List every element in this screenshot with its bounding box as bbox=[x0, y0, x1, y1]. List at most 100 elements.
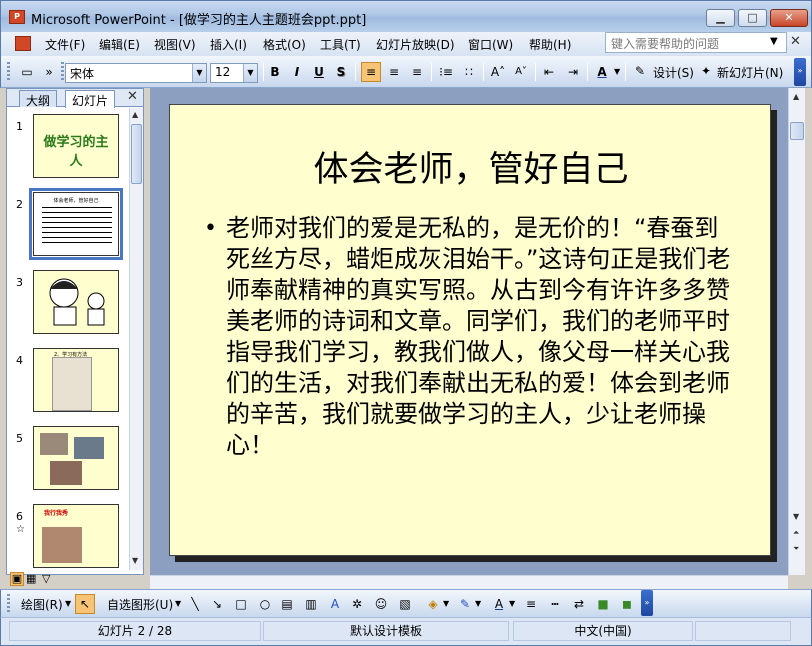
clipart-icon[interactable]: ☺ bbox=[371, 594, 391, 614]
numbered-list-icon[interactable]: ⁝≡ bbox=[436, 62, 456, 82]
toolbar-grip[interactable] bbox=[7, 62, 10, 82]
slides-pane-scrollbar[interactable]: ▲ ▼ bbox=[129, 108, 143, 570]
minimize-button[interactable]: ▁ bbox=[706, 9, 735, 27]
help-dropdown-icon[interactable]: ▼ bbox=[770, 36, 778, 47]
increase-font-icon[interactable]: A˄ bbox=[488, 62, 508, 82]
slideshow-view-icon[interactable]: ▽ bbox=[42, 572, 50, 585]
vertical-textbox-icon[interactable]: ▥ bbox=[301, 594, 321, 614]
next-slide-icon[interactable]: ⏷ bbox=[793, 544, 799, 554]
slide-area-vertical-scrollbar[interactable]: ▲ ▼ ⏶ ⏷ bbox=[788, 88, 805, 575]
oval-icon[interactable]: ○ bbox=[255, 594, 275, 614]
slide-thumbnail-1[interactable]: 做学习的主人 bbox=[33, 114, 119, 178]
toolbar-overflow-icon[interactable]: » bbox=[794, 58, 806, 86]
scroll-up-icon[interactable]: ▲ bbox=[793, 92, 799, 101]
font-color-dropdown-icon[interactable]: ▼ bbox=[509, 599, 515, 608]
toolbar-options-icon[interactable]: » bbox=[39, 62, 59, 82]
scrollbar-thumb[interactable] bbox=[131, 124, 142, 184]
slide-sorter-view-icon[interactable]: ▦ bbox=[26, 572, 36, 585]
shadow-style-icon[interactable]: ■ bbox=[593, 594, 613, 614]
slide-thumbnail-3[interactable] bbox=[33, 270, 119, 334]
menu-insert[interactable]: 插入(I) bbox=[210, 36, 247, 53]
normal-view-icon[interactable]: ▣ bbox=[10, 572, 24, 586]
textbox-icon[interactable]: ▤ bbox=[277, 594, 297, 614]
slide-thumbnail-6[interactable]: 我行我秀 bbox=[33, 504, 119, 568]
previous-slide-icon[interactable]: ⏶ bbox=[793, 528, 799, 538]
dash-style-icon[interactable]: ┅ bbox=[545, 594, 565, 614]
toolbar-grip[interactable] bbox=[7, 594, 10, 614]
new-document-icon[interactable]: ▭ bbox=[17, 62, 37, 82]
toolbar-separator bbox=[535, 63, 536, 81]
bullet-list-icon[interactable]: ∷ bbox=[459, 62, 479, 82]
toolbar-grip-2[interactable] bbox=[61, 62, 64, 82]
current-slide[interactable]: 体会老师，管好自己 • 老师对我们的爱是无私的，是无价的！“春蚕到死丝方尽，蜡炬… bbox=[169, 104, 771, 556]
slide-editing-area[interactable]: 体会老师，管好自己 • 老师对我们的爱是无私的，是无价的！“春蚕到死丝方尽，蜡炬… bbox=[150, 88, 788, 575]
menu-file[interactable]: 文件(F) bbox=[45, 36, 85, 53]
close-button[interactable]: ✕ bbox=[770, 9, 808, 27]
menu-tools[interactable]: 工具(T) bbox=[320, 36, 361, 53]
slide-area-horizontal-scrollbar[interactable] bbox=[150, 575, 788, 589]
menu-slideshow[interactable]: 幻灯片放映(D) bbox=[376, 36, 455, 53]
font-name-combo[interactable]: 宋体 ▼ bbox=[65, 63, 207, 83]
font-name-dropdown-icon[interactable]: ▼ bbox=[192, 64, 206, 82]
help-search-input[interactable]: 键入需要帮助的问题 bbox=[605, 32, 787, 53]
decrease-indent-icon[interactable]: ⇤ bbox=[539, 62, 559, 82]
pane-close-icon[interactable]: ✕ bbox=[127, 89, 138, 104]
align-right-icon[interactable]: ≡ bbox=[407, 62, 427, 82]
new-slide-button[interactable]: 新幻灯片(N) bbox=[717, 64, 783, 81]
slide-thumbnail-5[interactable] bbox=[33, 426, 119, 490]
menu-window[interactable]: 窗口(W) bbox=[468, 36, 513, 53]
wordart-icon[interactable]: A bbox=[325, 594, 345, 614]
drawbar-overflow-icon[interactable]: » bbox=[641, 590, 653, 616]
slide-title[interactable]: 体会老师，管好自己 bbox=[170, 141, 772, 192]
scroll-up-icon[interactable]: ▲ bbox=[132, 110, 138, 119]
menu-help[interactable]: 帮助(H) bbox=[529, 36, 571, 53]
menu-format[interactable]: 格式(O) bbox=[263, 36, 306, 53]
italic-button[interactable]: I bbox=[287, 62, 307, 82]
align-left-icon[interactable]: ≡ bbox=[361, 62, 381, 82]
rectangle-icon[interactable]: □ bbox=[231, 594, 251, 614]
line-color-dropdown-icon[interactable]: ▼ bbox=[475, 599, 481, 608]
slide-thumbnail-2[interactable]: 体会老师，管好自己 bbox=[29, 188, 123, 260]
3d-style-icon[interactable]: ◼ bbox=[617, 594, 637, 614]
select-pointer-icon[interactable]: ↖ bbox=[75, 594, 95, 614]
font-size-dropdown-icon[interactable]: ▼ bbox=[243, 64, 257, 82]
arrow-icon[interactable]: ↘ bbox=[207, 594, 227, 614]
font-color-dropdown-icon[interactable]: ▼ bbox=[614, 67, 620, 76]
document-close-icon[interactable]: ✕ bbox=[790, 34, 801, 49]
menu-edit[interactable]: 编辑(E) bbox=[99, 36, 140, 53]
scroll-down-icon[interactable]: ▼ bbox=[132, 556, 138, 565]
diagram-icon[interactable]: ✲ bbox=[347, 594, 367, 614]
autoshapes-button[interactable]: 自选图形(U) bbox=[107, 596, 173, 613]
scrollbar-thumb[interactable] bbox=[790, 122, 804, 140]
tab-slides[interactable]: 幻灯片 bbox=[65, 90, 116, 108]
bold-button[interactable]: B bbox=[265, 62, 285, 82]
document-icon[interactable] bbox=[15, 36, 31, 51]
shadow-button[interactable]: S bbox=[331, 62, 351, 82]
line-color-icon[interactable]: ✎ bbox=[455, 594, 475, 614]
design-template-status[interactable]: 默认设计模板 bbox=[263, 621, 509, 641]
align-center-icon[interactable]: ≡ bbox=[384, 62, 404, 82]
tab-outline[interactable]: 大纲 bbox=[19, 90, 58, 108]
font-color-icon[interactable]: A bbox=[592, 62, 612, 82]
arrow-style-icon[interactable]: ⇄ bbox=[569, 594, 589, 614]
font-size-combo[interactable]: 12 ▼ bbox=[210, 63, 258, 83]
scroll-down-icon[interactable]: ▼ bbox=[793, 512, 799, 521]
font-color-icon[interactable]: A bbox=[489, 594, 509, 614]
fill-color-icon[interactable]: ◈ bbox=[423, 594, 443, 614]
underline-button[interactable]: U bbox=[309, 62, 329, 82]
maximize-button[interactable]: □ bbox=[738, 9, 767, 27]
autoshapes-dropdown-icon[interactable]: ▼ bbox=[175, 599, 181, 608]
draw-menu-button[interactable]: 绘图(R) bbox=[21, 596, 63, 613]
fill-color-dropdown-icon[interactable]: ▼ bbox=[443, 599, 449, 608]
decrease-font-icon[interactable]: A˅ bbox=[511, 62, 531, 82]
menu-view[interactable]: 视图(V) bbox=[154, 36, 196, 53]
powerpoint-app-icon[interactable]: P bbox=[9, 10, 25, 24]
slide-thumbnail-4[interactable]: 2、学习有方法 bbox=[33, 348, 119, 412]
line-style-icon[interactable]: ≡ bbox=[521, 594, 541, 614]
increase-indent-icon[interactable]: ⇥ bbox=[563, 62, 583, 82]
draw-menu-dropdown-icon[interactable]: ▼ bbox=[65, 599, 71, 608]
line-icon[interactable]: ╲ bbox=[185, 594, 205, 614]
design-button[interactable]: 设计(S) bbox=[653, 64, 694, 81]
slide-body-text[interactable]: 老师对我们的爱是无私的，是无价的！“春蚕到死丝方尽，蜡炬成灰泪始干。”这诗句正是… bbox=[226, 213, 731, 461]
picture-icon[interactable]: ▧ bbox=[395, 594, 415, 614]
